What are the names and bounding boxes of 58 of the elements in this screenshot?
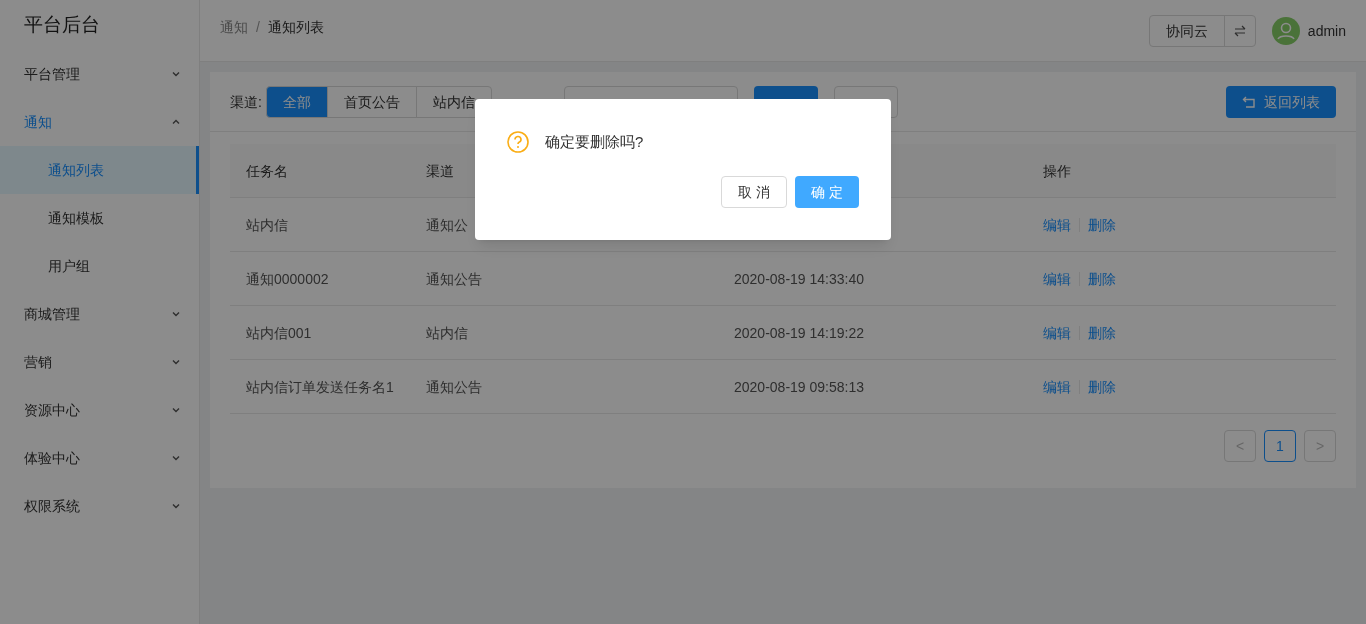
swap-icon <box>1232 24 1247 38</box>
delete-link[interactable]: 删除 <box>1088 268 1116 289</box>
breadcrumb-item[interactable]: 通知 <box>220 17 248 37</box>
chevron-down-icon <box>171 309 181 319</box>
column-header: 渠道 <box>426 162 454 179</box>
table-cell: 通知0000002 <box>246 270 329 287</box>
return-icon <box>1242 94 1256 109</box>
edit-link[interactable]: 编辑 <box>1043 322 1071 343</box>
submenu-item[interactable]: 通知列表 <box>0 146 199 194</box>
edit-link[interactable]: 编辑 <box>1043 268 1071 289</box>
menu-item[interactable]: 权限系统 <box>0 482 199 530</box>
filter-label: 渠道: <box>230 92 262 112</box>
chevron-down-icon <box>171 69 181 79</box>
submenu-item[interactable]: 用户组 <box>0 242 199 290</box>
back-button[interactable]: 返回列表 <box>1226 85 1336 118</box>
next-page-button[interactable]: > <box>1304 430 1336 462</box>
avatar-icon[interactable] <box>1271 17 1300 45</box>
delete-link[interactable]: 删除 <box>1088 376 1116 397</box>
app-title: 平台后台 <box>23 12 101 37</box>
menu-item[interactable]: 商城管理 <box>0 290 199 338</box>
chevron-down-icon <box>171 405 181 415</box>
breadcrumb-separator: / <box>256 18 260 37</box>
channel-tab[interactable]: 首页公告 <box>326 85 417 118</box>
column-header: 任务名 <box>246 162 288 179</box>
menu-item[interactable]: 通知 <box>0 98 199 146</box>
table-cell: 通知公 <box>426 216 468 233</box>
previous-page-button[interactable]: < <box>1224 430 1256 462</box>
edit-link[interactable]: 编辑 <box>1043 214 1071 235</box>
user-name[interactable]: admin <box>1307 21 1346 41</box>
menu-item[interactable]: 体验中心 <box>0 434 199 482</box>
chevron-down-icon <box>171 501 181 511</box>
question-icon <box>507 131 529 154</box>
table-cell: 2020-08-19 14:19:22 <box>734 324 864 341</box>
menu-item[interactable]: 资源中心 <box>0 386 199 434</box>
chevron-up-icon <box>171 117 181 127</box>
table-cell: 通知公告 <box>426 270 482 287</box>
table-cell: 2020-08-19 14:33:40 <box>734 270 864 287</box>
confirm-button[interactable]: 确 定 <box>795 175 859 208</box>
breadcrumb-item[interactable]: 通知列表 <box>267 17 324 37</box>
chevron-down-icon <box>171 357 181 367</box>
table-cell: 站内信订单发送任务名1 <box>246 378 394 395</box>
menu-item[interactable]: 平台管理 <box>0 50 199 98</box>
cancel-button[interactable]: 取 消 <box>721 175 788 208</box>
submenu-item[interactable]: 通知模板 <box>0 194 199 242</box>
table-cell: 站内信 <box>426 324 468 341</box>
table-cell: 站内信 <box>246 216 288 233</box>
edit-link[interactable]: 编辑 <box>1043 376 1071 397</box>
menu-item[interactable]: 营销 <box>0 338 199 386</box>
table-cell: 2020-08-19 09:58:13 <box>734 378 864 395</box>
table-cell: 站内信001 <box>246 324 312 341</box>
dialog-message: 确定要删除吗? <box>545 132 644 152</box>
chevron-down-icon <box>171 453 181 463</box>
channel-tab[interactable]: 全部 <box>265 85 328 118</box>
delete-link[interactable]: 删除 <box>1088 214 1116 235</box>
table-cell: 通知公告 <box>426 378 482 395</box>
delete-link[interactable]: 删除 <box>1088 322 1116 343</box>
page-button[interactable]: 1 <box>1264 430 1296 462</box>
column-header: 操作 <box>1043 162 1071 179</box>
